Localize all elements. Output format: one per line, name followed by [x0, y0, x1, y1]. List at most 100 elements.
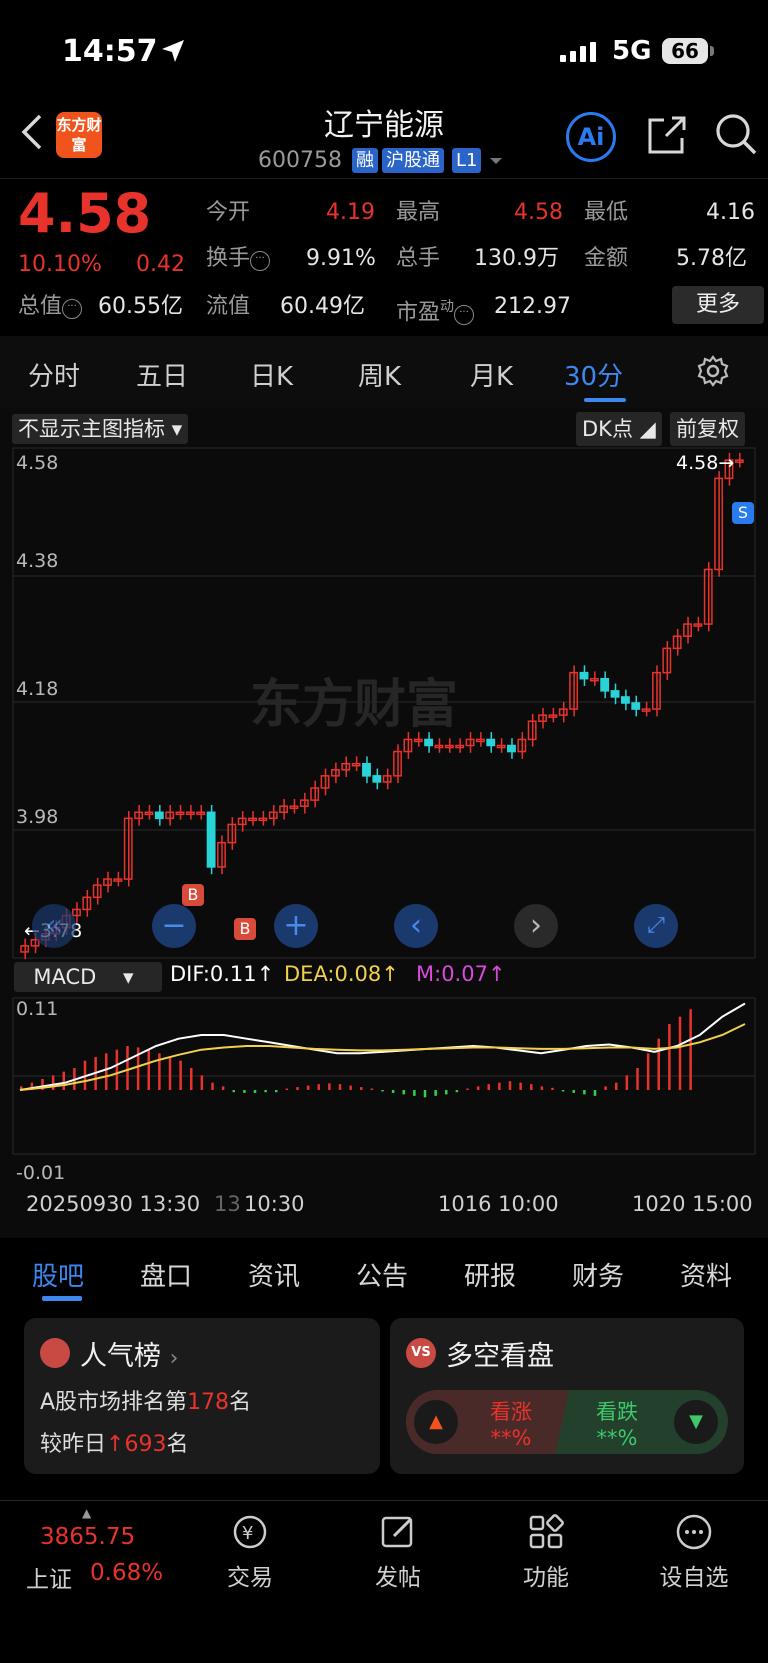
- macd-bar: [200, 1075, 204, 1090]
- open-value: 4.19: [326, 200, 375, 225]
- tab-profile[interactable]: 资料: [680, 1256, 732, 1293]
- bull-button[interactable]: ▲: [414, 1400, 458, 1444]
- y-label-458: 4.58: [16, 452, 59, 474]
- ranking-icon: [40, 1338, 70, 1368]
- tab-daily-k[interactable]: 日K: [250, 356, 293, 393]
- macd-bar: [445, 1090, 448, 1095]
- macd-bar: [147, 1049, 150, 1090]
- macd-bar: [678, 1016, 682, 1090]
- up-caret-icon: ▲: [82, 1506, 92, 1520]
- zoom-in-icon[interactable]: +: [274, 904, 318, 948]
- scroll-left-icon[interactable]: ‹: [394, 904, 438, 948]
- kline-chart[interactable]: 东方财富: [0, 440, 768, 1240]
- tab-forum[interactable]: 股吧: [32, 1256, 84, 1293]
- macd-bar: [657, 1038, 660, 1090]
- buy-marker[interactable]: B: [234, 918, 256, 940]
- turnover-value: 9.91%: [306, 246, 376, 271]
- amount-label: 金额: [584, 246, 629, 271]
- macd-bar: [455, 1090, 459, 1093]
- tab-announcements[interactable]: 公告: [356, 1256, 408, 1293]
- macd-bar: [551, 1087, 554, 1090]
- change-value: 0.42: [136, 252, 185, 277]
- tab-monthly-k[interactable]: 月K: [470, 356, 513, 393]
- tab-weekly-k[interactable]: 周K: [358, 356, 401, 393]
- gear-icon[interactable]: [696, 354, 730, 388]
- macd-bar: [328, 1083, 331, 1090]
- grid-icon[interactable]: [526, 1512, 566, 1552]
- macd-bar: [391, 1090, 395, 1093]
- tab-underline: [584, 398, 626, 402]
- search-icon[interactable]: [714, 112, 758, 156]
- macd-bar: [572, 1090, 575, 1093]
- macd-bar: [636, 1068, 639, 1090]
- tag-level: L1: [452, 148, 482, 173]
- macd-bar: [583, 1090, 586, 1095]
- sell-marker[interactable]: S: [732, 502, 754, 524]
- zoom-out-icon[interactable]: −: [152, 904, 196, 948]
- tab-30min[interactable]: 30分: [564, 356, 623, 393]
- edit-icon[interactable]: [378, 1512, 418, 1552]
- macd-bar: [498, 1082, 501, 1090]
- macd-bar: [115, 1049, 119, 1090]
- macd-bar: [625, 1075, 629, 1090]
- ai-button[interactable]: Ai: [566, 112, 616, 162]
- macd-select[interactable]: MACD ▾: [14, 962, 162, 992]
- macd-bar: [253, 1090, 257, 1093]
- fullscreen-icon[interactable]: ⤢: [634, 904, 678, 948]
- date-label: 13: [214, 1192, 241, 1216]
- macd-bar: [530, 1084, 533, 1090]
- post-label[interactable]: 发帖: [348, 1558, 448, 1592]
- function-label[interactable]: 功能: [496, 1558, 596, 1592]
- tab-research[interactable]: 研报: [464, 1256, 516, 1293]
- trade-icon[interactable]: ¥: [230, 1512, 270, 1552]
- macd-bar: [540, 1086, 544, 1090]
- candle-body: [631, 702, 641, 710]
- macd-bar: [434, 1090, 437, 1096]
- watchlist-label[interactable]: 设自选: [644, 1558, 744, 1592]
- tab-intraday[interactable]: 分时: [28, 356, 80, 393]
- candle-body: [362, 762, 371, 777]
- popularity-title: 人气榜 ›: [80, 1341, 179, 1372]
- macd-bar: [508, 1081, 512, 1090]
- float-cap-value: 60.49亿: [280, 294, 365, 319]
- macd-bar: [338, 1084, 342, 1090]
- high-marker: 4.58→: [676, 452, 735, 474]
- date-label: 1020 15:00: [632, 1192, 753, 1216]
- bear-button[interactable]: ▼: [674, 1400, 718, 1444]
- candle-body: [206, 811, 216, 868]
- index-change[interactable]: 0.68%: [90, 1560, 163, 1586]
- share-icon[interactable]: [646, 114, 688, 156]
- dea-value: DEA:0.08↑: [284, 962, 399, 986]
- candle-body: [154, 811, 164, 820]
- volume-value: 130.9万: [474, 246, 559, 271]
- y-label-418: 4.18: [16, 678, 59, 700]
- low-value: 4.16: [706, 200, 755, 225]
- scroll-right-icon[interactable]: ›: [514, 904, 558, 948]
- pe-label: 市盈动 ···: [396, 292, 475, 328]
- status-time: 14:57: [62, 34, 158, 69]
- macd-bar: [476, 1086, 480, 1090]
- macd-bar: [646, 1053, 650, 1090]
- rewind-icon[interactable]: «: [32, 904, 76, 948]
- total-cap-value: 60.55亿: [98, 294, 183, 319]
- tab-five-day[interactable]: 五日: [136, 356, 188, 393]
- buy-marker[interactable]: B: [182, 884, 204, 906]
- macd-bar: [349, 1085, 352, 1090]
- macd-bar: [296, 1087, 299, 1090]
- date-label: 10:30: [244, 1192, 305, 1216]
- trade-label[interactable]: 交易: [200, 1558, 300, 1592]
- high-value: 4.58: [514, 200, 563, 225]
- tab-orderbook[interactable]: 盘口: [140, 1256, 192, 1293]
- tab-news[interactable]: 资讯: [248, 1256, 300, 1293]
- tab-finance[interactable]: 财务: [572, 1256, 624, 1293]
- pe-value: 212.97: [494, 294, 571, 319]
- index-name[interactable]: 上证: [26, 1560, 72, 1594]
- index-value[interactable]: 3865.75: [40, 1524, 135, 1550]
- date-label: 1016 10:00: [438, 1192, 559, 1216]
- network-label: 5G: [612, 36, 652, 66]
- more-button[interactable]: 更多: [672, 286, 764, 324]
- more-icon[interactable]: [674, 1512, 714, 1552]
- chevron-down-icon[interactable]: [488, 156, 504, 166]
- volume-label: 总手: [396, 246, 441, 271]
- tab-underline: [42, 1296, 82, 1301]
